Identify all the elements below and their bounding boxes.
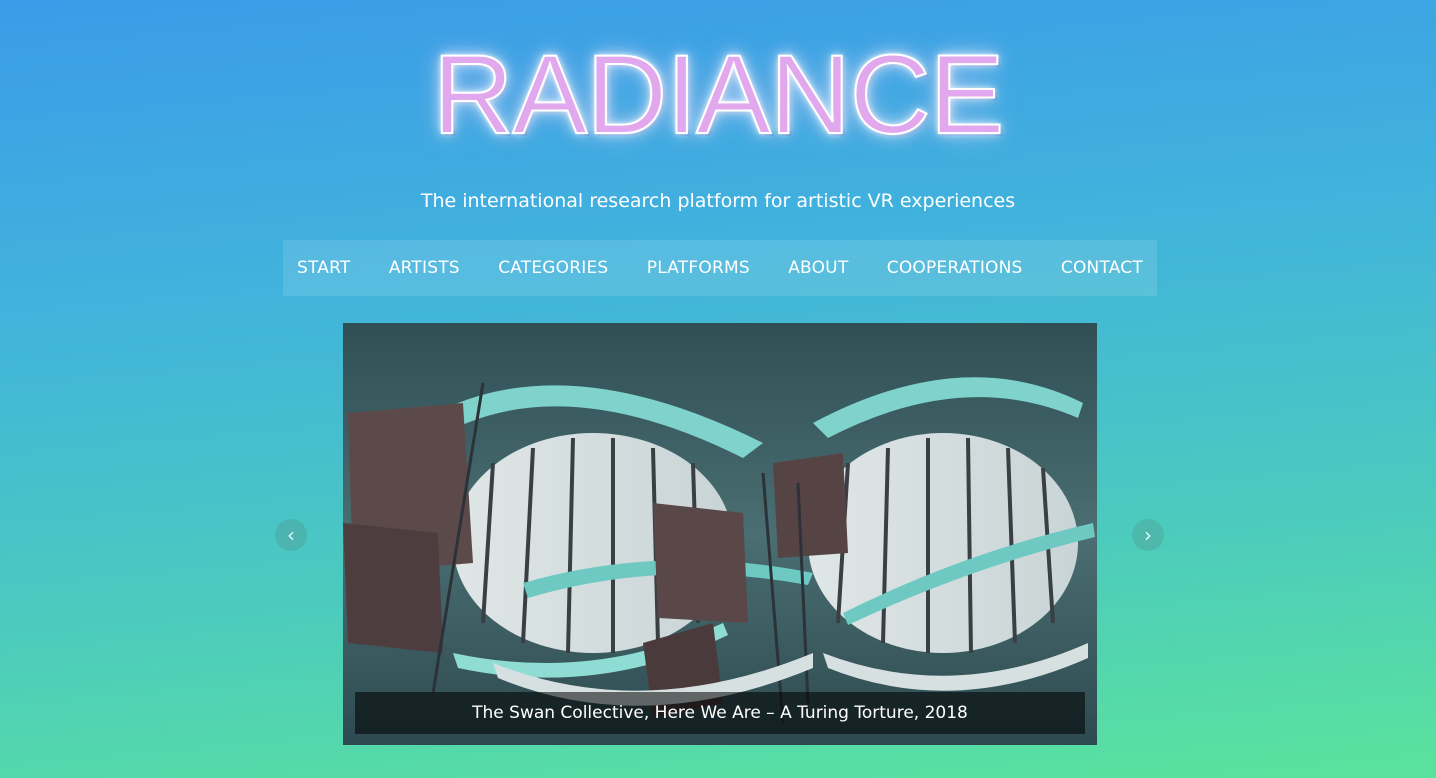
- site-tagline: The international research platform for …: [420, 190, 1016, 212]
- nav-item-start[interactable]: START: [297, 258, 350, 278]
- nav-item-cooperations[interactable]: COOPERATIONS: [887, 258, 1023, 278]
- nav-item-categories[interactable]: CATEGORIES: [498, 258, 608, 278]
- panorama-artwork-image: [343, 323, 1097, 745]
- slider-image[interactable]: The Swan Collective, Here We Are – A Tur…: [343, 323, 1097, 745]
- slider-next-button[interactable]: ›: [1132, 519, 1164, 551]
- chevron-right-icon: ›: [1144, 523, 1152, 547]
- slide-caption: The Swan Collective, Here We Are – A Tur…: [355, 692, 1085, 734]
- main-navigation: START ARTISTS CATEGORIES PLATFORMS ABOUT…: [283, 240, 1157, 296]
- slider-prev-button[interactable]: ‹: [275, 519, 307, 551]
- nav-item-artists[interactable]: ARTISTS: [389, 258, 460, 278]
- nav-item-about[interactable]: ABOUT: [788, 258, 848, 278]
- nav-item-platforms[interactable]: PLATFORMS: [647, 258, 750, 278]
- site-logo[interactable]: RADIANCE: [0, 34, 1436, 156]
- nav-item-contact[interactable]: CONTACT: [1061, 258, 1143, 278]
- chevron-left-icon: ‹: [287, 523, 295, 547]
